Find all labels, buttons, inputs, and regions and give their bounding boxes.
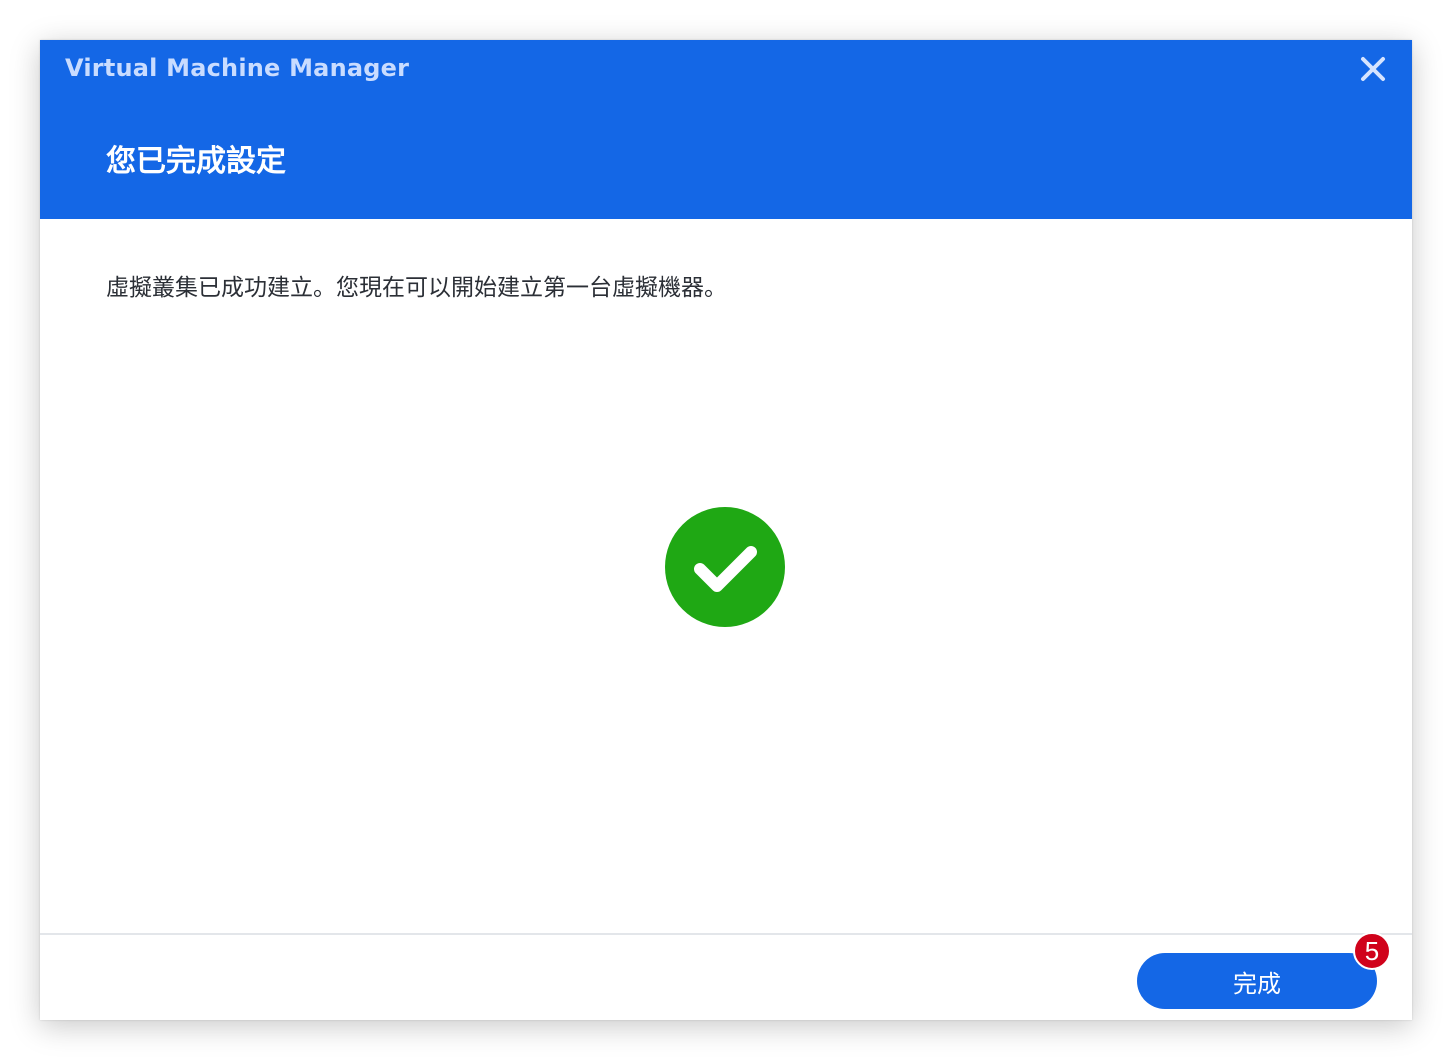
finish-button[interactable]: 完成 [1137, 953, 1377, 1009]
dialog-header: Virtual Machine Manager 您已完成設定 [40, 40, 1412, 219]
close-button[interactable] [1360, 56, 1386, 82]
page-title: 您已完成設定 [106, 144, 286, 179]
completion-message: 虛擬叢集已成功建立。您現在可以開始建立第一台虛擬機器。 [106, 275, 727, 301]
close-icon [1361, 57, 1385, 81]
success-check-icon [665, 507, 785, 627]
wizard-dialog: Virtual Machine Manager 您已完成設定 虛擬叢集已成功建立… [40, 40, 1412, 1020]
step-badge: 5 [1353, 932, 1391, 970]
app-title: Virtual Machine Manager [65, 54, 410, 82]
footer-divider [40, 933, 1412, 935]
